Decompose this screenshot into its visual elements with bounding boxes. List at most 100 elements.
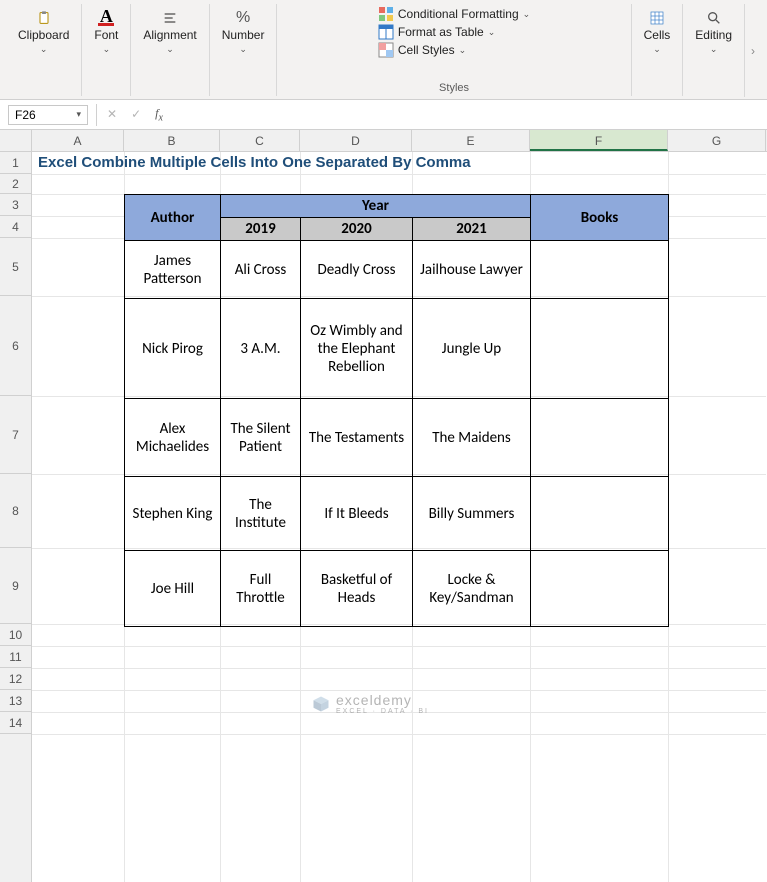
- header-2021[interactable]: 2021: [413, 218, 531, 241]
- col-header-E[interactable]: E: [412, 130, 530, 151]
- cell-2019[interactable]: The Institute: [221, 477, 301, 551]
- group-font: A Font ⌄: [82, 4, 131, 96]
- header-2020[interactable]: 2020: [301, 218, 413, 241]
- cancel-icon[interactable]: ✕: [107, 107, 117, 121]
- header-books[interactable]: Books: [531, 195, 669, 241]
- cell-2021[interactable]: Locke & Key/Sandman: [413, 551, 531, 627]
- format-as-table-button[interactable]: Format as Table ⌄: [378, 24, 495, 40]
- chevron-down-icon: ⌄: [523, 9, 531, 20]
- font-icon: A: [98, 10, 114, 26]
- row-header-5[interactable]: 5: [0, 238, 31, 296]
- header-year[interactable]: Year: [221, 195, 531, 218]
- row-header-4[interactable]: 4: [0, 216, 31, 238]
- select-all-corner[interactable]: [0, 130, 32, 151]
- cell-books[interactable]: [531, 551, 669, 627]
- group-cells: Cells ⌄: [632, 4, 684, 96]
- ribbon-expand-button[interactable]: ›: [744, 4, 761, 97]
- row-headers: 1 2 3 4 5 6 7 8 9 10 11 12 13 14: [0, 152, 32, 882]
- row-header-10[interactable]: 10: [0, 624, 31, 646]
- cell-2020[interactable]: The Testaments: [301, 399, 413, 477]
- cell-author[interactable]: Nick Pirog: [125, 299, 221, 399]
- row-header-11[interactable]: 11: [0, 646, 31, 668]
- alignment-label: Alignment: [143, 28, 196, 42]
- chevron-down-icon: ⌄: [459, 45, 467, 56]
- row-header-14[interactable]: 14: [0, 712, 31, 734]
- row-header-2[interactable]: 2: [0, 174, 31, 194]
- row-header-13[interactable]: 13: [0, 690, 31, 712]
- cell-2021[interactable]: The Maidens: [413, 399, 531, 477]
- col-header-G[interactable]: G: [668, 130, 766, 151]
- cell-books[interactable]: [531, 477, 669, 551]
- cell-2019[interactable]: Full Throttle: [221, 551, 301, 627]
- cell-books[interactable]: [531, 299, 669, 399]
- row-header-9[interactable]: 9: [0, 548, 31, 624]
- conditional-formatting-icon: [378, 6, 394, 22]
- percent-icon: %: [235, 10, 251, 26]
- chevron-down-icon: ⌄: [103, 44, 111, 55]
- cell-2020[interactable]: Deadly Cross: [301, 241, 413, 299]
- row-header-3[interactable]: 3: [0, 194, 31, 216]
- row-header-6[interactable]: 6: [0, 296, 31, 396]
- editing-button[interactable]: Editing ⌄: [693, 8, 734, 57]
- row-header-12[interactable]: 12: [0, 668, 31, 690]
- cell-2021[interactable]: Jailhouse Lawyer: [413, 241, 531, 299]
- cell-author[interactable]: Alex Michaelides: [125, 399, 221, 477]
- col-header-C[interactable]: C: [220, 130, 300, 151]
- cell-author[interactable]: Joe Hill: [125, 551, 221, 627]
- cell-books[interactable]: [531, 241, 669, 299]
- chevron-down-icon: ⌄: [653, 44, 661, 55]
- cell-2019[interactable]: Ali Cross: [221, 241, 301, 299]
- font-button[interactable]: A Font ⌄: [92, 8, 120, 57]
- cell-2020[interactable]: Oz Wimbly and the Elephant Rebellion: [301, 299, 413, 399]
- header-author[interactable]: Author: [125, 195, 221, 241]
- font-label: Font: [94, 28, 118, 42]
- group-number: % Number ⌄: [210, 4, 278, 96]
- cell-2020[interactable]: Basketful of Heads: [301, 551, 413, 627]
- watermark-text: exceldemy: [336, 692, 429, 708]
- row-header-1[interactable]: 1: [0, 152, 31, 174]
- cell-label: Cell Styles: [398, 43, 455, 57]
- cube-icon: [312, 695, 330, 713]
- fx-icon[interactable]: fx: [155, 106, 163, 123]
- page-title: Excel Combine Multiple Cells Into One Se…: [34, 152, 475, 173]
- formula-input[interactable]: [173, 108, 767, 122]
- conditional-formatting-button[interactable]: Conditional Formatting ⌄: [378, 6, 530, 22]
- group-alignment: Alignment ⌄: [131, 4, 209, 96]
- cells-icon: [649, 10, 665, 26]
- watermark-sub: EXCEL · DATA · BI: [336, 708, 429, 715]
- styles-group-label: Styles: [439, 82, 469, 96]
- formula-bar: F26 ▾ ✕ ✓ fx: [0, 100, 767, 130]
- chevron-down-icon: ⌄: [710, 44, 718, 55]
- table-row: Nick Pirog 3 A.M. Oz Wimbly and the Elep…: [125, 299, 669, 399]
- col-header-A[interactable]: A: [32, 130, 124, 151]
- col-header-D[interactable]: D: [300, 130, 412, 151]
- cell-styles-button[interactable]: Cell Styles ⌄: [378, 42, 466, 58]
- cells-button[interactable]: Cells ⌄: [642, 8, 673, 57]
- table-row: Joe Hill Full Throttle Basketful of Head…: [125, 551, 669, 627]
- row-header-8[interactable]: 8: [0, 474, 31, 548]
- cell-2021[interactable]: Billy Summers: [413, 477, 531, 551]
- number-button[interactable]: % Number ⌄: [220, 8, 267, 57]
- clipboard-label: Clipboard: [18, 28, 69, 42]
- col-header-F[interactable]: F: [530, 130, 668, 151]
- cell-2019[interactable]: 3 A.M.: [221, 299, 301, 399]
- cell-author[interactable]: Stephen King: [125, 477, 221, 551]
- table-row: Alex Michaelides The Silent Patient The …: [125, 399, 669, 477]
- header-2019[interactable]: 2019: [221, 218, 301, 241]
- chevron-down-icon: ⌄: [40, 44, 48, 55]
- col-header-B[interactable]: B: [124, 130, 220, 151]
- enter-icon[interactable]: ✓: [131, 107, 141, 121]
- name-box[interactable]: F26 ▾: [8, 105, 88, 125]
- cell-2021[interactable]: Jungle Up: [413, 299, 531, 399]
- number-label: Number: [222, 28, 265, 42]
- chevron-down-icon: ⌄: [239, 44, 247, 55]
- clipboard-button[interactable]: Clipboard ⌄: [16, 8, 71, 57]
- cell-books[interactable]: [531, 399, 669, 477]
- column-headers: A B C D E F G: [0, 130, 767, 152]
- cell-2020[interactable]: If It Bleeds: [301, 477, 413, 551]
- cell-2019[interactable]: The Silent Patient: [221, 399, 301, 477]
- cell-author[interactable]: James Patterson: [125, 241, 221, 299]
- group-clipboard: Clipboard ⌄: [6, 4, 82, 96]
- alignment-button[interactable]: Alignment ⌄: [141, 8, 198, 57]
- row-header-7[interactable]: 7: [0, 396, 31, 474]
